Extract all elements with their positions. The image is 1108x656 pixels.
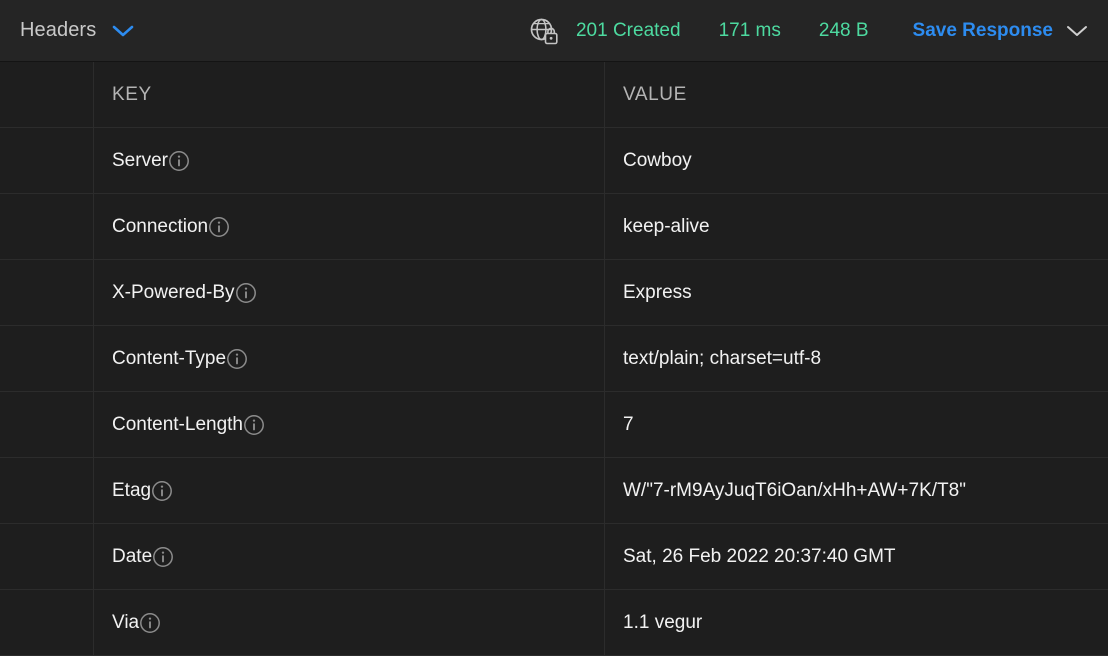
- table-row[interactable]: Etag W/"7-rM9AyJuqT6iOan/xHh+AW+7K/T8": [0, 458, 1108, 524]
- gutter-cell: [0, 128, 94, 193]
- header-value-cell: Cowboy: [605, 128, 1108, 193]
- header-value-label: Cowboy: [623, 149, 692, 171]
- gutter-cell: [0, 524, 94, 589]
- header-key-cell: Server: [94, 128, 605, 193]
- info-circle-icon[interactable]: [168, 150, 190, 172]
- header-value-label: Sat, 26 Feb 2022 20:37:40 GMT: [623, 545, 896, 567]
- chevron-down-icon[interactable]: [112, 24, 134, 38]
- column-header-value-label: VALUE: [623, 83, 687, 105]
- info-circle-icon[interactable]: [139, 612, 161, 634]
- header-value-label: 7: [623, 413, 634, 435]
- header-value-cell: text/plain; charset=utf-8: [605, 326, 1108, 391]
- table-row[interactable]: Date Sat, 26 Feb 2022 20:37:40 GMT: [0, 524, 1108, 590]
- column-header-key: KEY: [94, 62, 605, 127]
- column-header-value: VALUE: [605, 62, 1108, 127]
- header-key-label: Content-Length: [112, 413, 243, 435]
- header-value-label: W/"7-rM9AyJuqT6iOan/xHh+AW+7K/T8": [623, 479, 966, 501]
- save-response-button[interactable]: Save Response: [913, 20, 1088, 42]
- gutter-cell: [0, 458, 94, 523]
- info-circle-icon[interactable]: [235, 282, 257, 304]
- response-size: 248 B: [818, 19, 869, 41]
- header-value-label: text/plain; charset=utf-8: [623, 347, 822, 369]
- header-value-label: Express: [623, 281, 692, 303]
- info-circle-icon[interactable]: [226, 348, 248, 370]
- header-value-cell: W/"7-rM9AyJuqT6iOan/xHh+AW+7K/T8": [605, 458, 1108, 523]
- save-response-label: Save Response: [912, 19, 1053, 41]
- header-value-label: 1.1 vegur: [623, 611, 703, 633]
- table-body: Server Cowboy Connection keep-alive X-Po…: [0, 128, 1108, 656]
- globe-lock-icon: [528, 16, 562, 46]
- table-row[interactable]: X-Powered-By Express: [0, 260, 1108, 326]
- header-key-label: Content-Type: [112, 347, 227, 369]
- table-row[interactable]: Connection keep-alive: [0, 194, 1108, 260]
- header-key-label: Etag: [112, 479, 152, 501]
- response-time: 171 ms: [718, 19, 781, 41]
- header-key-cell: Date: [94, 524, 605, 589]
- header-key-label: Server: [112, 149, 168, 171]
- header-key-label: Via: [112, 611, 140, 633]
- chevron-down-icon[interactable]: [1066, 24, 1088, 38]
- gutter-cell: [0, 194, 94, 259]
- header-key-label: X-Powered-By: [112, 281, 235, 303]
- table-row[interactable]: Server Cowboy: [0, 128, 1108, 194]
- gutter-cell: [0, 260, 94, 325]
- header-key-cell: Connection: [94, 194, 605, 259]
- header-value-cell: 1.1 vegur: [605, 590, 1108, 655]
- header-value-cell: Sat, 26 Feb 2022 20:37:40 GMT: [605, 524, 1108, 589]
- info-circle-icon[interactable]: [208, 216, 230, 238]
- table-header-row: KEY VALUE: [0, 62, 1108, 128]
- headers-label: Headers: [20, 19, 97, 41]
- header-value-cell: keep-alive: [605, 194, 1108, 259]
- header-key-cell: Via: [94, 590, 605, 655]
- header-value-cell: 7: [605, 392, 1108, 457]
- table-row[interactable]: Content-Type text/plain; charset=utf-8: [0, 326, 1108, 392]
- header-value-label: keep-alive: [623, 215, 710, 237]
- header-key-label: Date: [112, 545, 153, 567]
- gutter-cell: [0, 326, 94, 391]
- header-key-cell: X-Powered-By: [94, 260, 605, 325]
- header-key-cell: Etag: [94, 458, 605, 523]
- header-key-cell: Content-Length: [94, 392, 605, 457]
- gutter-cell: [0, 590, 94, 655]
- response-meta: 201 Created 171 ms 248 B Save Response: [528, 16, 1108, 46]
- table-row[interactable]: Content-Length 7: [0, 392, 1108, 458]
- status-group: 201 Created 171 ms 248 B: [528, 16, 869, 46]
- info-circle-icon[interactable]: [152, 546, 174, 568]
- gutter-cell: [0, 62, 94, 127]
- table-row[interactable]: Via 1.1 vegur: [0, 590, 1108, 656]
- headers-table: KEY VALUE Server Cowboy Connection keep-…: [0, 62, 1108, 656]
- info-circle-icon[interactable]: [151, 480, 173, 502]
- headers-section-selector[interactable]: Headers: [0, 19, 134, 42]
- status-code: 201 Created: [575, 19, 681, 41]
- header-key-label: Connection: [112, 215, 209, 237]
- header-value-cell: Express: [605, 260, 1108, 325]
- gutter-cell: [0, 392, 94, 457]
- column-header-key-label: KEY: [112, 83, 152, 105]
- response-toolbar: Headers 201 Created 171 ms 248 B Save Re…: [0, 0, 1108, 62]
- info-circle-icon[interactable]: [243, 414, 265, 436]
- header-key-cell: Content-Type: [94, 326, 605, 391]
